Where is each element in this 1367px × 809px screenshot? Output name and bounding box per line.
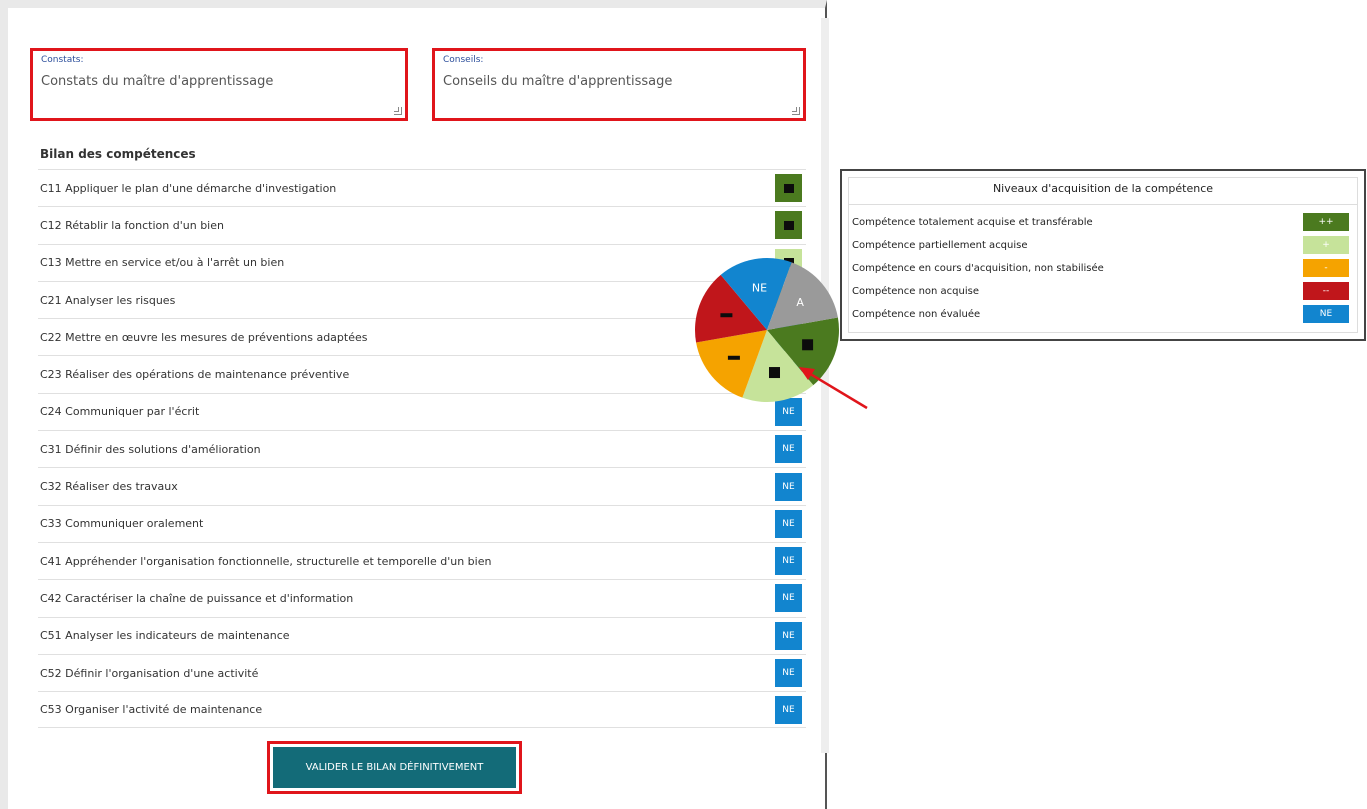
validate-button-label: VALIDER LE BILAN DÉFINITIVEMENT xyxy=(273,747,516,788)
legend-inner: Niveaux d'acquisition de la compétence C… xyxy=(848,177,1358,333)
legend-code: - xyxy=(1324,263,1328,273)
skill-label: C52 Définir l'organisation d'une activit… xyxy=(40,666,259,680)
legend-swatch: -- xyxy=(1303,282,1349,300)
legend-code: -- xyxy=(1322,286,1330,296)
conseils-placeholder: Conseils du maître d'apprentissage xyxy=(443,74,673,89)
skill-label: C23 Réaliser des opérations de maintenan… xyxy=(40,368,350,382)
legend-code: ++ xyxy=(1318,217,1334,227)
legend-box: Niveaux d'acquisition de la compétence C… xyxy=(840,169,1366,341)
skill-label: C12 Rétablir la fonction d'un bien xyxy=(40,218,224,232)
square-mark-icon xyxy=(783,183,794,193)
legend-label: Compétence non acquise xyxy=(852,285,980,297)
skills-list: C11 Appliquer le plan d'une démarche d'i… xyxy=(38,169,806,729)
resize-grip-icon[interactable] xyxy=(394,107,402,115)
skill-level-badge[interactable]: NE xyxy=(775,659,802,687)
skill-level-badge[interactable]: NE xyxy=(775,435,802,464)
dash-mark-icon xyxy=(720,313,733,318)
skill-level-text: NE xyxy=(782,518,795,529)
skill-level-text: NE xyxy=(782,704,795,715)
legend-row: Compétence en cours d'acquisition, non s… xyxy=(852,258,1349,278)
skill-label: C53 Organiser l'activité de maintenance xyxy=(40,703,263,717)
skill-row: C12 Rétablir la fonction d'un bien xyxy=(38,206,806,243)
skill-row: C11 Appliquer le plan d'une démarche d'i… xyxy=(38,169,806,206)
constats-field[interactable]: Constats: Constats du maître d'apprentis… xyxy=(30,48,408,121)
skill-label: C31 Définir des solutions d'amélioration xyxy=(40,442,261,456)
annotation-arrow-icon xyxy=(799,367,868,410)
skill-level-badge[interactable]: NE xyxy=(775,584,802,613)
skill-row: C53 Organiser l'activité de maintenance N… xyxy=(38,691,806,729)
skill-level-badge[interactable] xyxy=(775,174,802,203)
legend-swatch: NE xyxy=(1303,305,1349,323)
skill-label: C24 Communiquer par l'écrit xyxy=(40,405,200,419)
skill-row: C51 Analyser les indicateurs de maintena… xyxy=(38,616,806,654)
legend-label: Compétence partiellement acquise xyxy=(852,239,1028,251)
skill-level-text: NE xyxy=(782,593,795,604)
legend-row: Compétence totalement acquise et transfé… xyxy=(852,212,1349,232)
validate-button[interactable]: VALIDER LE BILAN DÉFINITIVEMENT xyxy=(267,741,522,794)
skill-row: C13 Mettre en service et/ou à l'arrêt un… xyxy=(38,243,806,281)
square-mark-icon xyxy=(783,220,794,230)
square-mark-icon xyxy=(802,339,814,351)
legend-row: Compétence partiellement acquise + xyxy=(852,235,1349,255)
legend-row: Compétence non acquise -- xyxy=(852,281,1349,301)
skill-level-badge[interactable]: NE xyxy=(775,695,802,724)
skill-label: C22 Mettre en œuvre les mesures de préve… xyxy=(40,330,368,344)
skill-label: C21 Analyser les risques xyxy=(40,293,176,307)
skill-label: C32 Réaliser des travaux xyxy=(40,480,178,494)
skill-label: C13 Mettre en service et/ou à l'arrêt un… xyxy=(40,256,285,270)
skill-level-badge[interactable]: NE xyxy=(775,547,802,576)
skill-row: C21 Analyser les risques xyxy=(38,280,806,318)
conseils-caption: Conseils: xyxy=(443,55,484,65)
legend-swatch: - xyxy=(1303,259,1349,277)
skill-row: C24 Communiquer par l'écrit NE xyxy=(38,392,806,430)
legend-swatch: ++ xyxy=(1303,213,1349,231)
skill-level-text: NE xyxy=(782,444,795,455)
legend-label: Compétence non évaluée xyxy=(852,308,981,320)
square-mark-icon xyxy=(769,367,781,379)
skill-row: C31 Définir des solutions d'amélioration… xyxy=(38,430,806,467)
skill-label: C42 Caractériser la chaîne de puissance … xyxy=(40,591,354,605)
skill-level-text: NE xyxy=(782,406,795,417)
legend-label: Compétence en cours d'acquisition, non s… xyxy=(852,262,1104,274)
skill-label: C11 Appliquer le plan d'une démarche d'i… xyxy=(40,181,337,195)
skill-row: C42 Caractériser la chaîne de puissance … xyxy=(38,579,806,616)
skill-level-text: NE xyxy=(782,481,795,492)
legend-divider xyxy=(849,204,1357,205)
dash-mark-icon xyxy=(727,355,740,360)
legend-title: Niveaux d'acquisition de la compétence xyxy=(992,182,1214,195)
skill-label: C33 Communiquer oralement xyxy=(40,517,204,531)
skill-level-badge[interactable] xyxy=(775,211,802,240)
constats-placeholder: Constats du maître d'apprentissage xyxy=(41,74,274,89)
legend-swatch: + xyxy=(1303,236,1349,254)
skill-row: C23 Réaliser des opérations de maintenan… xyxy=(38,355,806,392)
legend-code: NE xyxy=(1319,309,1333,319)
skill-level-text: NE xyxy=(782,668,795,678)
constats-caption: Constats: xyxy=(41,55,84,65)
pie-slice-label: A xyxy=(796,296,804,309)
resize-grip-icon[interactable] xyxy=(792,107,800,115)
skill-level-text: NE xyxy=(782,630,795,641)
section-title: Bilan des compétences xyxy=(40,147,196,161)
skill-level-badge[interactable]: NE xyxy=(775,509,802,538)
pie-slice-label: NE xyxy=(752,281,767,294)
skill-row: C22 Mettre en œuvre les mesures de préve… xyxy=(38,318,806,355)
legend-code: + xyxy=(1322,240,1330,250)
legend-label: Compétence totalement acquise et transfé… xyxy=(852,216,1093,228)
skill-label: C51 Analyser les indicateurs de maintena… xyxy=(40,629,290,643)
skill-label: C41 Appréhender l'organisation fonctionn… xyxy=(40,554,492,568)
skill-level-badge[interactable]: NE xyxy=(775,621,802,650)
skill-level-text: NE xyxy=(782,556,795,567)
legend-row: Compétence non évaluée NE xyxy=(852,304,1349,324)
skill-row: C41 Appréhender l'organisation fonctionn… xyxy=(38,541,806,579)
skill-row: C52 Définir l'organisation d'une activit… xyxy=(38,653,806,691)
conseils-field[interactable]: Conseils: Conseils du maître d'apprentis… xyxy=(432,48,806,121)
skill-row: C33 Communiquer oralement NE xyxy=(38,504,806,542)
skill-row: C32 Réaliser des travaux NE xyxy=(38,467,806,504)
skill-level-badge[interactable]: NE xyxy=(775,472,802,501)
